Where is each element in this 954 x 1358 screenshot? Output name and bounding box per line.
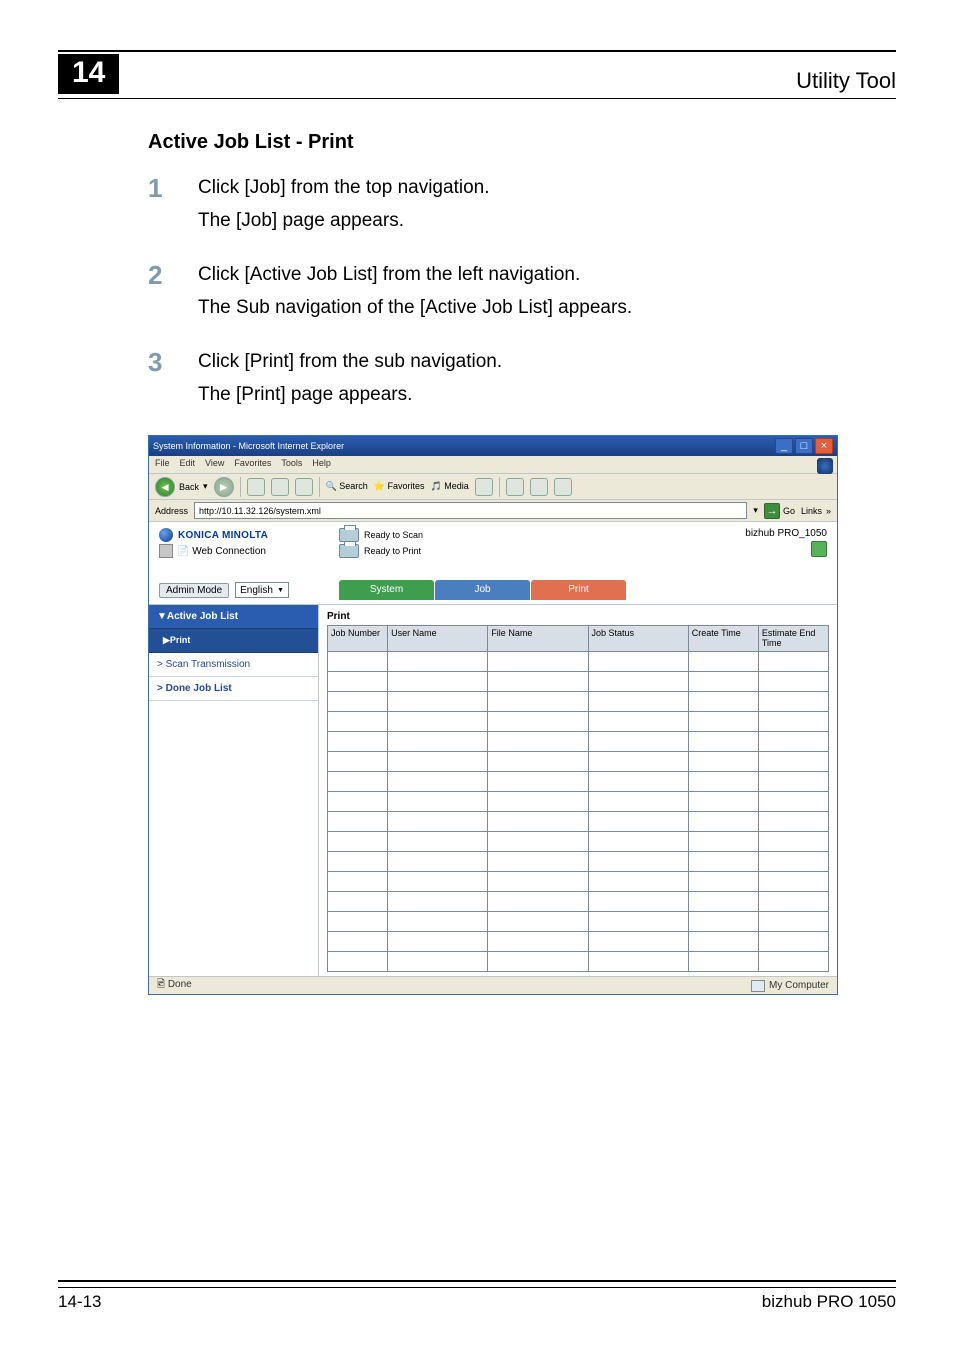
step-text: Click [Print] from the sub navigation. [198,348,502,377]
table-row [328,852,829,872]
tab-print[interactable]: Print [531,580,626,600]
col-job-number: Job Number [328,626,388,652]
col-file-name: File Name [488,626,588,652]
col-user-name: User Name [388,626,488,652]
table-row [328,872,829,892]
home-icon[interactable] [295,478,313,496]
table-row [328,732,829,752]
table-row [328,712,829,732]
menu-bar: File Edit View Favorites Tools Help [149,456,837,474]
table-row [328,912,829,932]
step-text: Click [Active Job List] from the left na… [198,261,632,290]
media-button[interactable]: 🎵 Media [431,481,469,492]
computer-icon [751,980,765,992]
minimize-button[interactable]: _ [775,438,793,454]
table-row [328,832,829,852]
table-row [328,652,829,672]
step-text: The [Print] page appears. [198,381,502,410]
ie-logo-icon [817,458,833,474]
col-job-status: Job Status [588,626,688,652]
stop-icon[interactable] [247,478,265,496]
table-row [328,692,829,712]
nav-scan-transmission[interactable]: > Scan Transmission [149,653,318,677]
print-icon[interactable] [530,478,548,496]
brand-logo: KONICA MINOLTA [159,528,268,542]
address-label: Address [155,506,188,516]
go-button[interactable]: →Go [764,503,795,519]
chapter-number: 14 [58,54,119,94]
table-row [328,752,829,772]
nav-active-job-list[interactable]: ▼Active Job List [149,605,318,629]
refresh-icon[interactable] [271,478,289,496]
col-create-time: Create Time [688,626,758,652]
step-text: The Sub navigation of the [Active Job Li… [198,294,632,323]
step-number: 3 [148,348,174,413]
menu-favorites[interactable]: Favorites [234,458,271,471]
forward-button[interactable]: ► [214,477,234,497]
favorites-button[interactable]: ⭐ Favorites [374,481,425,492]
pagescope-icon [159,544,173,558]
step-number: 2 [148,261,174,326]
menu-help[interactable]: Help [312,458,331,471]
table-row [328,812,829,832]
window-title: System Information - Microsoft Internet … [153,441,344,451]
status-done: 🖻 Done [157,977,192,994]
table-row [328,792,829,812]
table-row [328,672,829,692]
nav-print[interactable]: ▶Print [149,629,318,653]
step-text: The [Job] page appears. [198,207,489,236]
tab-system[interactable]: System [339,580,434,600]
app-name: 📄 Web Connection [159,544,268,558]
status-scan: Ready to Scan [339,528,423,542]
history-icon[interactable] [475,478,493,496]
close-button[interactable]: × [815,438,833,454]
menu-view[interactable]: View [205,458,224,471]
links-button[interactable]: Links » [801,506,831,516]
status-zone: My Computer [751,980,829,992]
toolbar: ◄Back ▾ ► 🔍 Search ⭐ Favorites 🎵 Media [149,474,837,500]
mail-icon[interactable] [506,478,524,496]
col-estimate-end-time: Estimate End Time [758,626,828,652]
menu-edit[interactable]: Edit [180,458,196,471]
language-select[interactable]: English [235,582,289,598]
table-title: Print [327,611,829,622]
table-row [328,952,829,972]
tab-job[interactable]: Job [435,580,530,600]
status-print: Ready to Print [339,544,423,558]
admin-mode-button[interactable]: Admin Mode [159,583,229,598]
table-row [328,772,829,792]
step-text: Click [Job] from the top navigation. [198,174,489,203]
step-number: 1 [148,174,174,239]
power-status-icon [811,541,827,557]
left-navigation: ▼Active Job List ▶Print > Scan Transmiss… [149,605,319,978]
table-row [328,892,829,912]
globe-icon [159,528,173,542]
nav-done-job-list[interactable]: > Done Job List [149,677,318,701]
section-title: Active Job List - Print [148,131,896,154]
header-title: Utility Tool [796,68,896,94]
device-name: bizhub PRO_1050 [745,528,827,539]
menu-file[interactable]: File [155,458,170,471]
edit-icon[interactable] [554,478,572,496]
table-row [328,932,829,952]
scanner-icon [339,528,359,542]
back-button[interactable]: ◄Back ▾ [155,477,208,497]
search-button[interactable]: 🔍 Search [326,481,368,492]
screenshot-window: System Information - Microsoft Internet … [148,435,838,995]
print-job-table: Job Number User Name File Name Job Statu… [327,625,829,972]
printer-icon [339,544,359,558]
menu-tools[interactable]: Tools [281,458,302,471]
page-number: 14-13 [58,1292,101,1312]
address-input[interactable]: http://10.11.32.126/system.xml [194,502,747,519]
maximize-button[interactable]: □ [795,438,813,454]
footer-product: bizhub PRO 1050 [762,1292,896,1312]
